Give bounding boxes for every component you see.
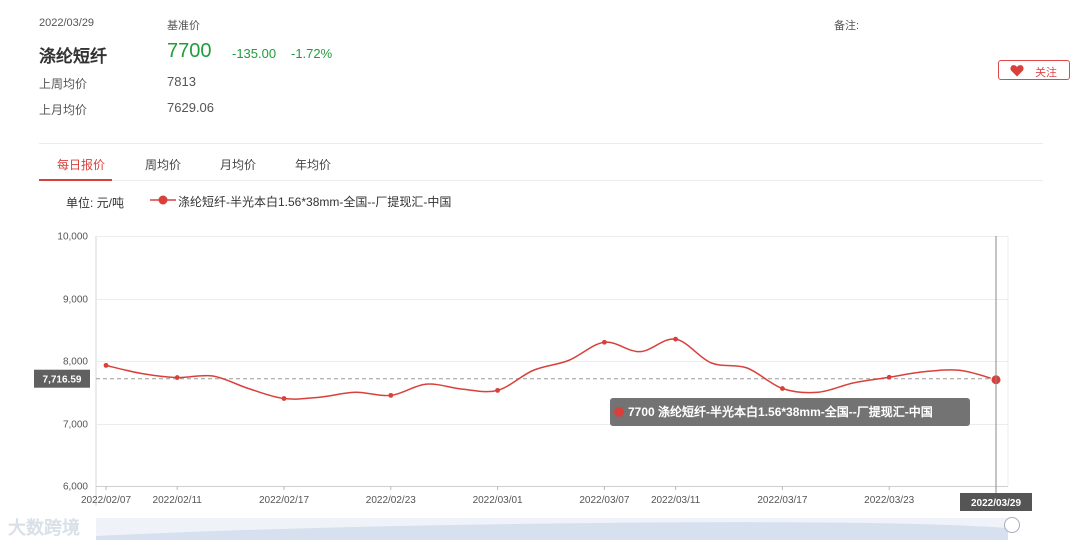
x-tick-label: 2022/02/07 bbox=[81, 495, 131, 506]
y-tick-label: 8,000 bbox=[63, 357, 88, 368]
data-point bbox=[281, 396, 287, 401]
tooltip-series-dot bbox=[614, 407, 624, 417]
y-tick-label: 6,000 bbox=[63, 482, 88, 493]
data-point bbox=[673, 336, 678, 342]
x-tick-label: 2022/03/11 bbox=[651, 495, 701, 506]
x-tick-label: 2022/03/17 bbox=[757, 495, 807, 506]
y-tick-label: 9,000 bbox=[63, 295, 88, 306]
data-point bbox=[388, 392, 394, 398]
data-point bbox=[174, 375, 180, 380]
x-tick-label: 2022/02/23 bbox=[366, 495, 416, 506]
watermark-logo: 大数跨境 bbox=[8, 518, 80, 538]
x-tick-label: 2022/03/01 bbox=[473, 495, 523, 506]
x-tick-label: 2022/02/17 bbox=[259, 495, 309, 506]
data-point bbox=[495, 387, 500, 393]
y-tick-label: 7,000 bbox=[63, 420, 88, 431]
x-tick-label: 2022/02/11 bbox=[153, 495, 203, 506]
series-line bbox=[105, 338, 997, 400]
data-point bbox=[780, 386, 785, 391]
data-point bbox=[103, 362, 109, 368]
price-line-chart: 7,716.59 6,000 7,000 8,000 9,000 10,000 2022/… bbox=[34, 232, 1032, 540]
tooltip-text: 7700 涤纶短纤-半光本白1.56*38mm-全国--厂提现汇-中国 bbox=[628, 404, 933, 419]
data-point bbox=[602, 339, 607, 345]
average-label: 7,716.59 bbox=[43, 375, 82, 386]
y-tick-label: 10,000 bbox=[57, 232, 88, 243]
zoom-slider-handle[interactable] bbox=[1004, 517, 1020, 533]
data-point bbox=[886, 374, 892, 380]
crosshair-x-label: 2022/03/29 bbox=[971, 498, 1021, 509]
x-tick-label: 2022/03/07 bbox=[579, 495, 629, 506]
x-tick-label: 2022/03/23 bbox=[864, 495, 914, 506]
